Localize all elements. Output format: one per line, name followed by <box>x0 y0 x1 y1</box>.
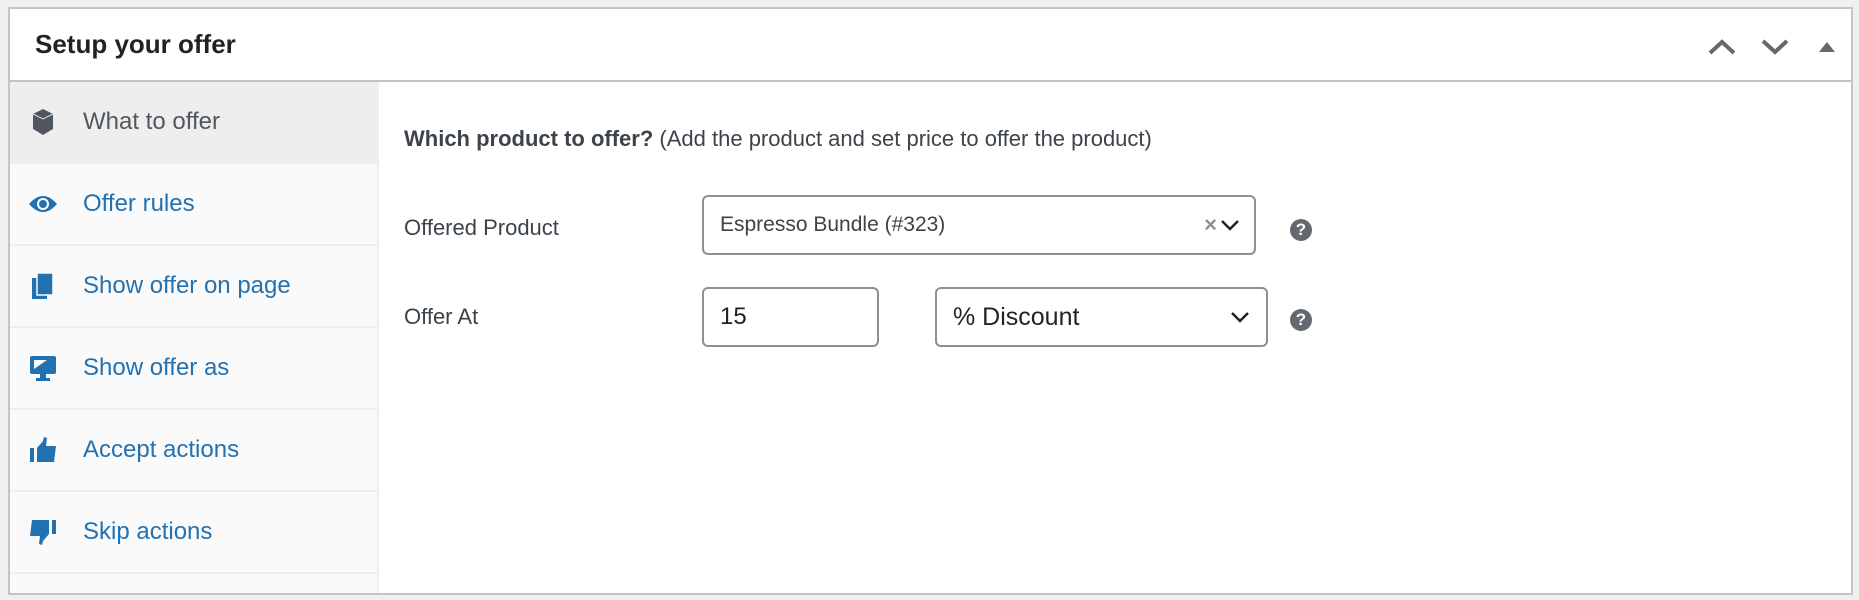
sidebar-item-label: What to offer <box>83 108 220 135</box>
sidebar-item-label: Accept actions <box>83 436 240 463</box>
sidebar-item-label: Offer rules <box>83 190 195 217</box>
sidebar-item-offer-rules[interactable]: Offer rules <box>10 164 377 246</box>
panel-header: Setup your offer <box>10 9 1851 82</box>
sidebar-item-label: Show offer as <box>83 354 230 381</box>
move-up-button[interactable] <box>1705 31 1739 61</box>
sidebar-item-accept-actions[interactable]: Accept actions <box>10 410 377 492</box>
chevron-up-icon <box>1708 39 1736 55</box>
sidebar-item-skip-actions[interactable]: Skip actions <box>10 492 377 574</box>
sidebar-item-show-offer-on-page[interactable]: Show offer on page <box>10 246 377 328</box>
sidebar-item-show-offer-as[interactable]: Show offer as <box>10 328 377 410</box>
move-down-button[interactable] <box>1758 31 1792 61</box>
offered-product-label: Offered Product <box>404 215 559 240</box>
box-icon <box>28 107 58 137</box>
pages-icon <box>28 271 58 301</box>
help-icon[interactable]: ? <box>1290 309 1312 331</box>
offered-product-select[interactable]: Espresso Bundle (#323) × <box>702 195 1256 255</box>
panel-title: Setup your offer <box>35 29 236 59</box>
chevron-down-icon <box>1761 39 1789 55</box>
offer-amount-value: 15 <box>720 303 747 330</box>
sidebar-item-what-to-offer[interactable]: What to offer <box>10 82 377 164</box>
help-icon[interactable]: ? <box>1290 219 1312 241</box>
desktop-icon <box>28 353 58 383</box>
sidebar-item-label: Skip actions <box>83 518 213 545</box>
section-question: Which product to offer? (Add the product… <box>404 126 1152 152</box>
offer-at-label: Offer At <box>404 304 479 329</box>
sidebar: What to offer Offer rules Show offer on … <box>10 82 379 593</box>
sidebar-item-label: Show offer on page <box>83 272 291 299</box>
question-text: Which product to offer? <box>404 126 654 151</box>
offer-amount-input[interactable]: 15 <box>702 287 879 347</box>
eye-icon <box>28 189 58 219</box>
toggle-panel-button[interactable] <box>1810 31 1844 61</box>
triangle-up-icon <box>1819 42 1835 52</box>
thumbs-down-icon <box>28 517 58 547</box>
offered-product-value: Espresso Bundle (#323) <box>720 213 946 236</box>
offer-type-select[interactable]: % Discount <box>935 287 1268 347</box>
offer-type-value: % Discount <box>953 302 1080 331</box>
question-hint: (Add the product and set price to offer … <box>653 126 1152 151</box>
chevron-down-icon <box>1231 312 1249 323</box>
setup-offer-panel: Setup your offer What to offer Offer rul… <box>8 7 1853 595</box>
offer-content: Which product to offer? (Add the product… <box>379 82 1851 593</box>
clear-icon[interactable]: × <box>1204 212 1217 238</box>
thumbs-up-icon <box>28 435 58 465</box>
chevron-down-icon <box>1221 220 1239 231</box>
